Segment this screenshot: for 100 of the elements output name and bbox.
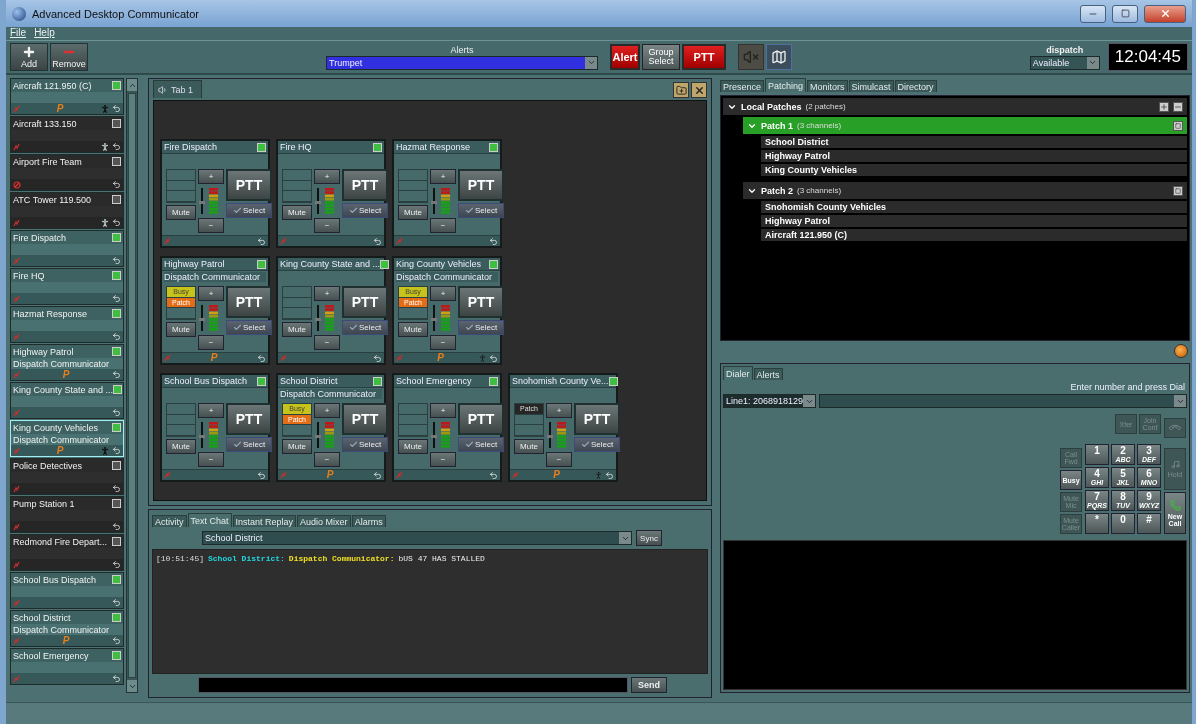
channel-list-item[interactable]: ATC Tower 119.500 [10,192,124,229]
new-folder-button[interactable] [673,82,689,98]
volume-down-button[interactable]: − [430,452,456,467]
line-dropdown[interactable]: Line1: 2068918129 [723,394,817,408]
channel-list-item[interactable]: School Emergency [10,648,124,685]
channel-list-item[interactable]: King County State and ... [10,382,124,419]
select-button[interactable]: Select [458,203,504,218]
select-button[interactable]: Select [342,437,388,452]
menu-item[interactable]: File [10,27,27,40]
send-button[interactable]: Send [631,677,667,693]
ptt-button[interactable]: PTT [226,169,272,201]
panel-tab[interactable]: Directory [894,80,937,92]
mute-button[interactable]: Mute [282,205,312,220]
mute-button[interactable]: Mute [282,322,312,337]
volume-up-button[interactable]: + [314,286,340,301]
volume-up-button[interactable]: + [430,169,456,184]
panel-tab[interactable]: Instant Replay [232,515,297,527]
channel-list-item[interactable]: Fire HQ [10,268,124,305]
channel-list-item[interactable]: Airport Fire Team [10,154,124,191]
keypad-key[interactable]: 0 [1111,513,1135,534]
alert-sound-dropdown[interactable]: Trumpet [326,55,598,70]
volume-down-button[interactable]: − [314,335,340,350]
patch-row[interactable]: Patch 2 (3 channels) [743,182,1187,199]
select-button[interactable]: Select [342,320,388,335]
remove-button[interactable]: Remove [50,43,88,71]
panel-tab[interactable]: Simulcast [848,80,894,92]
mute-button[interactable]: Mute [166,439,196,454]
mute-button[interactable]: Mute [166,205,196,220]
menu-item[interactable]: Help [34,27,55,40]
keypad-key[interactable]: 1 [1085,444,1109,465]
keypad-key[interactable]: * [1085,513,1109,534]
ptt-button[interactable]: PTT [226,286,272,318]
mute-button[interactable]: Mute [166,322,196,337]
workspace-tab[interactable]: Tab 1 [153,80,203,98]
volume-down-button[interactable]: − [198,218,224,233]
ptt-button[interactable]: PTT [458,169,504,201]
panel-tab[interactable]: Patching [765,78,807,92]
ptt-button[interactable]: PTT [574,403,620,435]
channel-list-item[interactable]: School Bus Dispatch [10,572,124,609]
volume-up-button[interactable]: + [546,403,572,418]
select-button[interactable]: Select [342,203,388,218]
patch-toggle-button[interactable] [1173,185,1183,196]
select-button[interactable]: Select [458,320,504,335]
panel-tab[interactable]: Activity [152,515,187,527]
select-button[interactable]: Select [226,437,272,452]
volume-up-button[interactable]: + [198,286,224,301]
ptt-button[interactable]: PTT [458,286,504,318]
channel-list-item[interactable]: Redmond Fire Depart... [10,534,124,571]
keypad-key[interactable]: # [1137,513,1161,534]
panel-tab[interactable]: Presence [720,80,765,92]
volume-down-button[interactable]: − [430,335,456,350]
volume-down-button[interactable]: − [430,218,456,233]
patch-channel-row[interactable]: Highway Patrol [761,150,1187,162]
channel-list-item[interactable]: Fire Dispatch [10,230,124,267]
mute-button[interactable]: Mute [398,322,428,337]
add-button[interactable]: Add [10,43,48,71]
ptt-button[interactable]: PTT [226,403,272,435]
ptt-button[interactable]: PTT [342,169,388,201]
volume-down-button[interactable]: − [546,452,572,467]
minimize-button[interactable] [1080,4,1106,23]
hang-up-button[interactable] [1164,418,1186,438]
chat-channel-dropdown[interactable]: School District [202,531,632,545]
patch-row[interactable]: Patch 1 (3 channels) [743,117,1187,134]
volume-down-button[interactable]: − [198,335,224,350]
channel-list-item[interactable]: King County Vehicles Dispatch Communicator P [10,420,124,457]
volume-down-button[interactable]: − [198,452,224,467]
ptt-button[interactable]: PTT [682,44,726,70]
maximize-button[interactable] [1112,4,1138,23]
volume-up-button[interactable]: + [430,403,456,418]
volume-down-button[interactable]: − [314,218,340,233]
chat-input[interactable] [198,677,628,693]
panel-tab[interactable]: Dialer [723,366,753,380]
volume-up-button[interactable]: + [198,403,224,418]
collapse-all-button[interactable] [1173,101,1183,112]
channel-list-item[interactable]: School District Dispatch Communicator P [10,610,124,647]
panel-tab[interactable]: Monitors [807,80,848,92]
volume-up-button[interactable]: + [314,403,340,418]
channel-list-item[interactable]: Highway Patrol Dispatch Communicator P [10,344,124,381]
mute-button[interactable]: Mute [514,439,544,454]
sync-button[interactable]: Sync [636,530,662,546]
panel-tab[interactable]: Alarms [351,515,386,527]
map-button[interactable] [766,44,792,70]
select-button[interactable]: Select [458,437,504,452]
volume-up-button[interactable]: + [430,286,456,301]
scrollbar[interactable] [126,78,138,693]
ptt-button[interactable]: PTT [342,403,388,435]
select-button[interactable]: Select [574,437,620,452]
patch-toggle-button[interactable] [1173,120,1183,131]
patch-channel-row[interactable]: King County Vehicles [761,164,1187,176]
expand-all-button[interactable] [1159,101,1169,112]
close-tab-button[interactable] [691,82,707,98]
patch-channel-row[interactable]: Highway Patrol [761,215,1187,227]
status-dropdown[interactable]: Available [1029,55,1100,70]
volume-up-button[interactable]: + [314,169,340,184]
group-select-button[interactable]: Group Select [642,44,680,70]
select-button[interactable]: Select [226,203,272,218]
ptt-button[interactable]: PTT [458,403,504,435]
channel-list-item[interactable]: Pump Station 1 [10,496,124,533]
close-button[interactable] [1144,4,1186,23]
patch-channel-row[interactable]: Snohomish County Vehicles [761,201,1187,213]
